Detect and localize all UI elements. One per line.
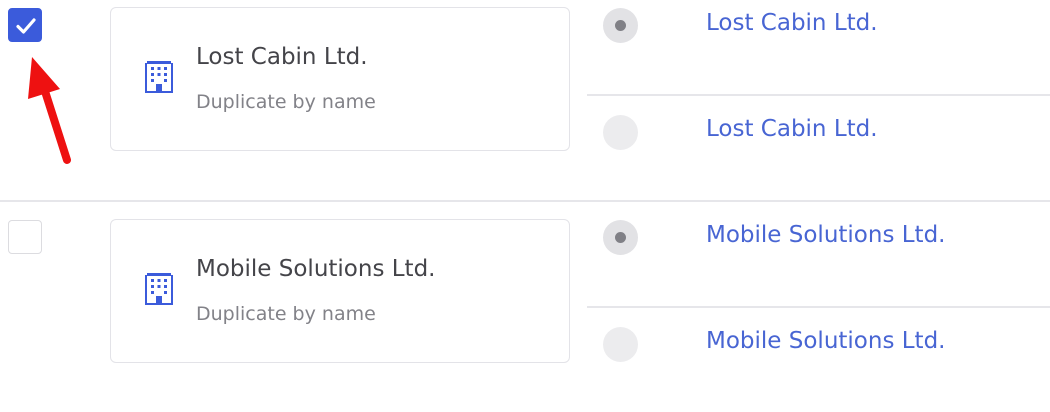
select-checkbox[interactable] xyxy=(8,8,42,42)
option-link[interactable]: Mobile Solutions Ltd. xyxy=(706,328,946,354)
option-radio[interactable] xyxy=(603,327,638,362)
company-name: Mobile Solutions Ltd. xyxy=(196,256,436,282)
select-checkbox[interactable] xyxy=(8,220,42,254)
option-link[interactable]: Lost Cabin Ltd. xyxy=(706,116,878,142)
option-radio[interactable] xyxy=(603,220,638,255)
duplicate-group: Lost Cabin Ltd. Duplicate by name Lost C… xyxy=(0,0,1050,202)
duplicate-reason: Duplicate by name xyxy=(196,91,376,113)
checkmark-icon xyxy=(16,18,36,34)
option-radio[interactable] xyxy=(603,8,638,43)
building-icon xyxy=(145,61,173,93)
red-arrow-annotation xyxy=(28,57,71,164)
company-card: Mobile Solutions Ltd. Duplicate by name xyxy=(110,219,570,363)
company-name: Lost Cabin Ltd. xyxy=(196,44,368,70)
option-divider xyxy=(587,306,1050,308)
duplicate-reason: Duplicate by name xyxy=(196,303,376,325)
option-link[interactable]: Lost Cabin Ltd. xyxy=(706,10,878,36)
duplicate-group: Mobile Solutions Ltd. Duplicate by name … xyxy=(0,212,1050,412)
row-divider xyxy=(0,200,1050,202)
company-card: Lost Cabin Ltd. Duplicate by name xyxy=(110,7,570,151)
building-icon xyxy=(145,273,173,305)
option-divider xyxy=(587,94,1050,96)
option-radio[interactable] xyxy=(603,115,638,150)
option-link[interactable]: Mobile Solutions Ltd. xyxy=(706,222,946,248)
